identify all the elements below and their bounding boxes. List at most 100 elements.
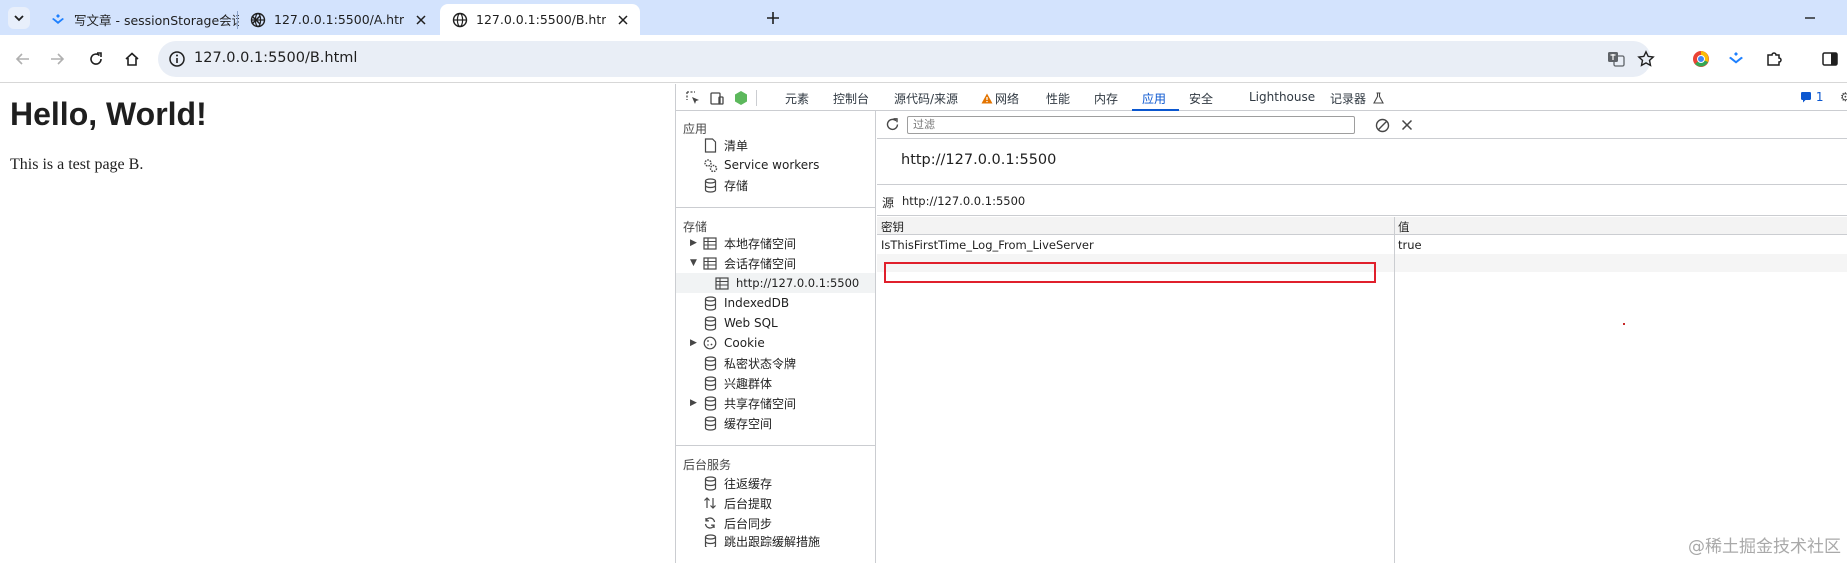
- sidebar-item-manifest[interactable]: 清单: [702, 135, 748, 155]
- tab-sources[interactable]: 源代码/来源: [894, 90, 958, 107]
- inspect-element-icon[interactable]: [684, 89, 702, 107]
- more-settings-icon[interactable]: ⚙: [1840, 90, 1847, 104]
- sidebar-item-label: 后台提取: [724, 496, 773, 511]
- clear-all-button[interactable]: [1373, 116, 1391, 134]
- close-icon[interactable]: [614, 11, 632, 29]
- site-info-icon[interactable]: [168, 50, 186, 68]
- column-header-value[interactable]: 值: [1398, 219, 1410, 235]
- new-tab-button[interactable]: [761, 7, 785, 29]
- database-icon: [702, 355, 718, 371]
- collapse-arrow-icon[interactable]: ▼: [690, 258, 700, 268]
- vue-devtools-icon[interactable]: [732, 89, 750, 107]
- tab-console[interactable]: 控制台: [833, 90, 869, 107]
- tab-b-html[interactable]: 127.0.0.1:5500/B.html: [440, 4, 640, 35]
- tab-security[interactable]: 安全: [1189, 90, 1213, 107]
- side-panel-icon[interactable]: [1820, 49, 1840, 69]
- minimize-window-button[interactable]: [1800, 8, 1820, 28]
- sidebar-item-session-origin[interactable]: http://127.0.0.1:5500: [676, 273, 875, 293]
- table-row[interactable]: IsThisFirstTime_Log_From_LiveServer true: [877, 236, 1847, 254]
- sidebar-item-label: http://127.0.0.1:5500: [736, 276, 860, 290]
- arrow-left-icon: [15, 53, 29, 65]
- grid-header: 密钥 值: [877, 217, 1847, 235]
- sidebar-item-label: 私密状态令牌: [724, 356, 797, 371]
- expand-arrow-icon[interactable]: ▶: [690, 238, 700, 248]
- issues-counter[interactable]: 1: [1800, 90, 1823, 104]
- sidebar-item-label: Cookie: [724, 336, 765, 350]
- database-icon: [702, 375, 718, 391]
- tab-label: 记录器: [1330, 92, 1367, 106]
- expand-arrow-icon[interactable]: ▶: [690, 398, 700, 408]
- toolbar-divider: [756, 90, 757, 106]
- row-key[interactable]: IsThisFirstTime_Log_From_LiveServer: [881, 238, 1094, 252]
- tab-performance[interactable]: 性能: [1046, 90, 1070, 107]
- sidebar-item-label: 往返缓存: [724, 476, 773, 491]
- database-icon: [702, 475, 718, 491]
- tab-search-button[interactable]: [8, 7, 30, 29]
- column-header-key[interactable]: 密钥: [881, 219, 904, 235]
- column-separator: [1394, 217, 1395, 563]
- devtools-tab-bar: 元素 控制台 源代码/来源 网络 性能 内存 应用 安全 Lighthouse …: [676, 84, 1847, 111]
- plus-icon: [767, 12, 779, 24]
- tab-a-html[interactable]: 127.0.0.1:5500/A.html: [238, 4, 438, 35]
- address-bar[interactable]: 127.0.0.1:5500/B.html: [158, 41, 1655, 77]
- annotation-highlight-box: [884, 262, 1376, 283]
- sidebar-item-bfcache[interactable]: 往返缓存: [702, 473, 772, 493]
- device-toggle-icon[interactable]: [708, 89, 726, 107]
- url-text[interactable]: 127.0.0.1:5500/B.html: [194, 50, 357, 66]
- database-icon: [702, 295, 718, 311]
- sidebar-item-service-workers[interactable]: Service workers: [702, 155, 819, 175]
- sidebar-item-label: IndexedDB: [724, 296, 790, 310]
- sidebar-item-local-storage[interactable]: ▶ 本地存储空间: [690, 233, 796, 253]
- forward-button[interactable]: [43, 45, 71, 73]
- translate-icon[interactable]: [1606, 49, 1626, 69]
- sidebar-item-indexeddb[interactable]: IndexedDB: [702, 293, 789, 313]
- sidebar-item-interest-groups[interactable]: 兴趣群体: [702, 373, 772, 393]
- origin-label: 源: [882, 196, 895, 210]
- tab-title: 127.0.0.1:5500/A.html: [274, 12, 404, 27]
- sidebar-divider: [676, 445, 876, 446]
- delete-selected-button[interactable]: [1398, 116, 1416, 134]
- arrow-right-icon: [51, 53, 65, 65]
- home-icon: [125, 52, 139, 66]
- refresh-button[interactable]: [883, 115, 901, 133]
- sidebar-item-session-storage[interactable]: ▼ 会话存储空间: [690, 253, 796, 273]
- home-button[interactable]: [118, 45, 146, 73]
- sidebar-item-storage[interactable]: 存储: [702, 175, 748, 195]
- row-value[interactable]: true: [1398, 238, 1422, 252]
- tab-title: 127.0.0.1:5500/B.html: [476, 12, 606, 27]
- expand-arrow-icon[interactable]: ▶: [690, 338, 700, 348]
- reload-button[interactable]: [82, 45, 110, 73]
- page-heading: Hello, World!: [10, 96, 207, 132]
- tab-recorder[interactable]: 记录器: [1330, 90, 1384, 107]
- tab-label: 网络: [995, 92, 1020, 106]
- tab-application[interactable]: 应用: [1142, 90, 1166, 107]
- extensions-puzzle-icon[interactable]: [1764, 49, 1784, 69]
- filter-input[interactable]: [907, 116, 1355, 134]
- tab-lighthouse[interactable]: Lighthouse: [1249, 90, 1315, 104]
- sidebar-item-label: 缓存空间: [724, 416, 773, 431]
- tab-network[interactable]: 网络: [981, 90, 1019, 107]
- sidebar-item-background-fetch[interactable]: 后台提取: [702, 493, 772, 513]
- tab-elements[interactable]: 元素: [785, 90, 809, 107]
- sidebar-item-cache-storage[interactable]: 缓存空间: [702, 413, 772, 433]
- storage-data-grid: 密钥 值 IsThisFirstTime_Log_From_LiveServer…: [877, 217, 1847, 563]
- close-icon[interactable]: [412, 11, 430, 29]
- sidebar-item-background-sync[interactable]: 后台同步: [702, 513, 772, 533]
- sidebar-item-cookie[interactable]: ▶ Cookie: [690, 333, 765, 353]
- tab-memory[interactable]: 内存: [1094, 90, 1118, 107]
- browser-toolbar: 127.0.0.1:5500/B.html: [0, 35, 1847, 83]
- sidebar-item-web-sql[interactable]: Web SQL: [702, 313, 778, 333]
- extension-color-icon[interactable]: [1691, 49, 1711, 69]
- sidebar-divider: [676, 207, 876, 208]
- sidebar-item-private-state-tokens[interactable]: 私密状态令牌: [702, 353, 796, 373]
- bookmark-star-icon[interactable]: [1636, 49, 1656, 69]
- back-button[interactable]: [9, 45, 37, 73]
- close-icon: [1401, 119, 1413, 131]
- gears-icon: [702, 157, 718, 173]
- origin-title: http://127.0.0.1:5500: [901, 152, 1057, 168]
- sidebar-item-bounce-tracking[interactable]: 跳出跟踪缓解措施: [702, 533, 820, 547]
- sidebar-item-shared-storage[interactable]: ▶ 共享存储空间: [690, 393, 796, 413]
- sync-icon: [702, 515, 718, 531]
- session-storage-view: http://127.0.0.1:5500 源 http://127.0.0.1…: [877, 111, 1847, 563]
- extension-juejin-icon[interactable]: [1726, 49, 1746, 69]
